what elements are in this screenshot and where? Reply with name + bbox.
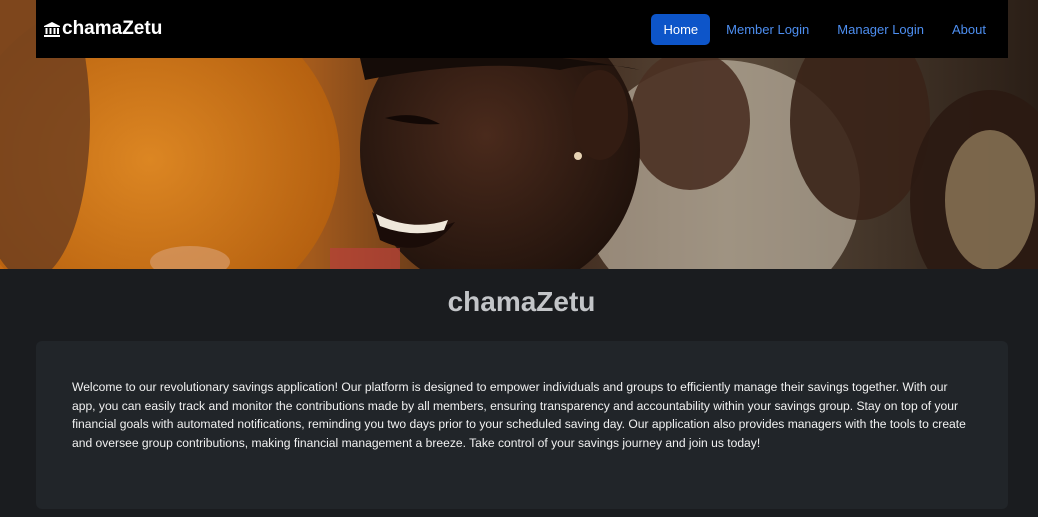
brand-link[interactable]: chamaZetu — [44, 18, 162, 40]
page-title: chamaZetu — [447, 286, 596, 317]
nav-about[interactable]: About — [940, 14, 998, 45]
nav-links: Home Member Login Manager Login About — [651, 13, 998, 45]
nav-manager-login[interactable]: Manager Login — [825, 14, 936, 45]
navbar: chamaZetu Home Member Login Manager Logi… — [36, 0, 1008, 58]
welcome-text: Welcome to our revolutionary savings app… — [72, 380, 966, 450]
brand-name: chamaZetu — [62, 18, 163, 39]
bank-icon — [44, 21, 60, 37]
welcome-card: Welcome to our revolutionary savings app… — [36, 341, 1008, 509]
page: chamaZetu Home Member Login Manager Logi… — [0, 0, 1038, 517]
nav-member-login[interactable]: Member Login — [714, 14, 821, 45]
nav-home[interactable]: Home — [651, 13, 711, 45]
